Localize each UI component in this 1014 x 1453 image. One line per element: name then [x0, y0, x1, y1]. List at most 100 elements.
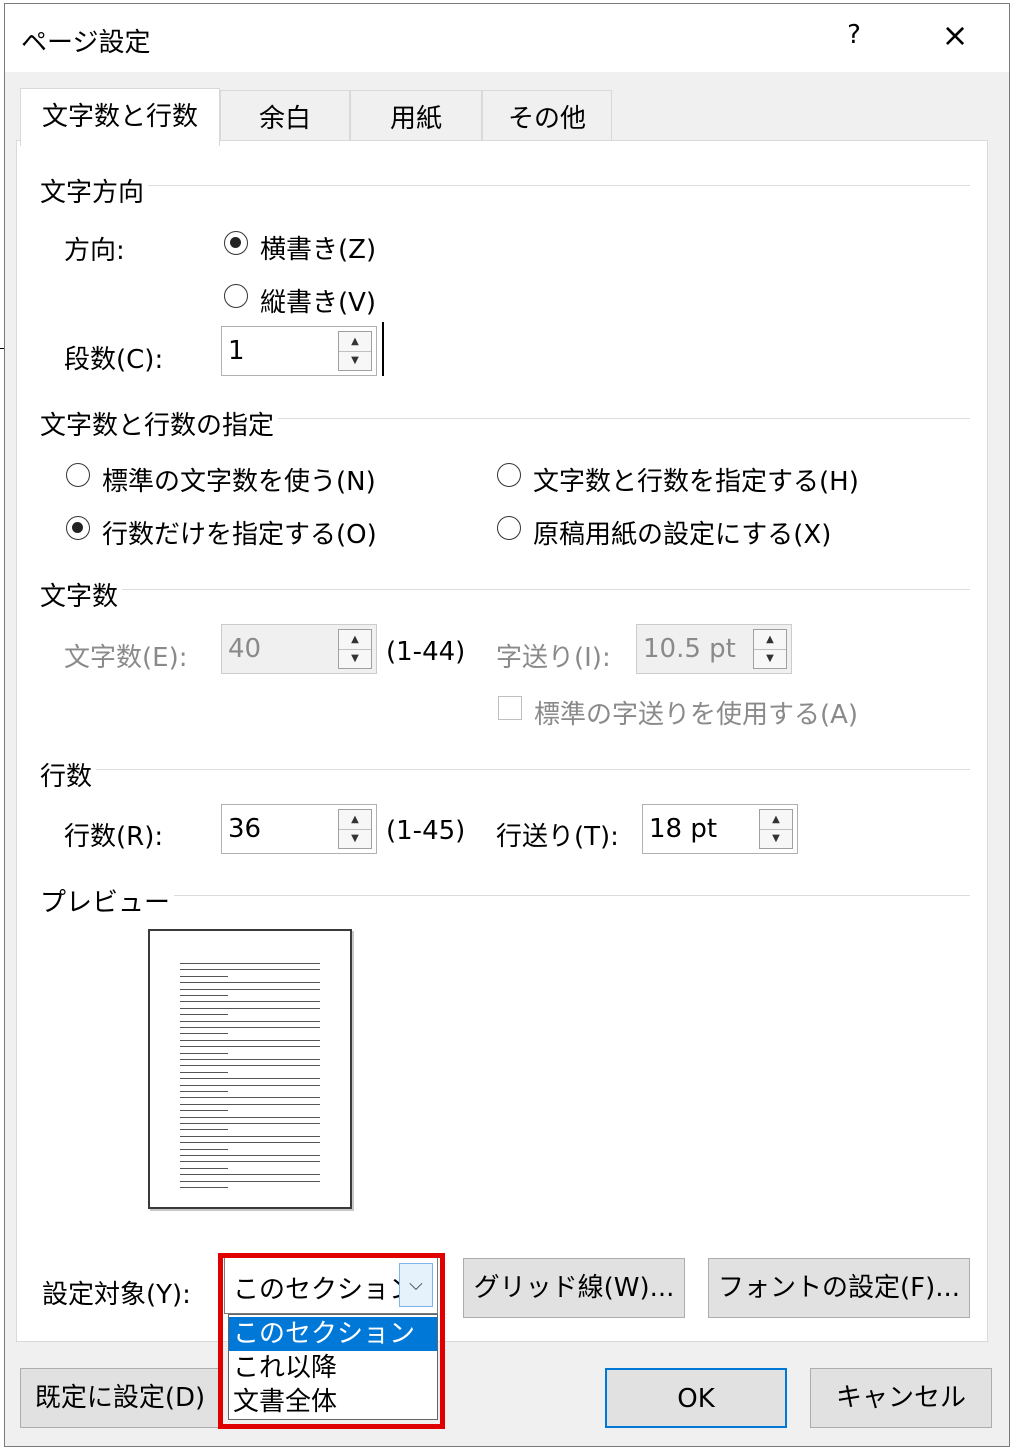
- preview-line: [180, 1103, 320, 1105]
- radio-horizontal[interactable]: [224, 231, 248, 255]
- preview-line: [180, 995, 228, 996]
- spin-down-icon[interactable]: ▼: [760, 829, 792, 848]
- radio-specify-chars-lines[interactable]: [497, 463, 521, 487]
- dialog-title: ページ設定: [21, 28, 151, 58]
- spin-down-icon[interactable]: ▼: [339, 351, 371, 370]
- preview-line: [180, 1135, 320, 1137]
- preview-line: [180, 1027, 320, 1028]
- grid-lines-button[interactable]: グリッド線(W)...: [463, 1258, 685, 1318]
- columns-spin-buttons[interactable]: ▲ ▼: [338, 331, 372, 371]
- line-pitch-spin-buttons[interactable]: ▲ ▼: [759, 809, 793, 849]
- preview-line: [180, 1059, 320, 1060]
- preview-line: [180, 1129, 228, 1131]
- radio-standard-chars[interactable]: [66, 463, 90, 487]
- title-bar: ページ設定 ? ×: [5, 4, 1009, 72]
- preview-line: [180, 1123, 320, 1124]
- help-button[interactable]: ?: [839, 20, 869, 50]
- spin-up-icon: ▲: [754, 630, 786, 650]
- preview-line: [180, 1116, 320, 1118]
- preview-line: [180, 1084, 320, 1086]
- line-count-range: (1-45): [386, 816, 466, 846]
- edge-mark: [0, 348, 4, 349]
- lines-group-label: 行数: [40, 756, 97, 793]
- spin-up-icon: ▲: [339, 630, 371, 650]
- set-default-button[interactable]: 既定に設定(D): [20, 1368, 220, 1428]
- preview-line: [180, 1001, 320, 1003]
- preview-line: [180, 1078, 320, 1080]
- preview-line: [180, 1155, 320, 1156]
- columns-label: 段数(C):: [64, 345, 164, 375]
- columns-stepper[interactable]: 1 ▲ ▼: [221, 326, 377, 376]
- preview-line: [180, 1071, 228, 1073]
- divider: [40, 769, 970, 770]
- preview-line: [180, 1161, 320, 1163]
- radio-standard-chars-label[interactable]: 標準の文字数を使う(N): [102, 461, 376, 498]
- line-count-stepper[interactable]: 36 ▲ ▼: [221, 804, 377, 854]
- line-pitch-value[interactable]: 18 pt: [649, 814, 717, 844]
- line-count-label: 行数(R):: [64, 822, 164, 852]
- direction-group-label: 文字方向: [40, 172, 149, 209]
- default-pitch-label: 標準の字送りを使用する(A): [534, 700, 859, 730]
- annotation-highlight-box: [218, 1253, 445, 1429]
- line-count-value[interactable]: 36: [228, 814, 261, 844]
- tab-paper[interactable]: 用紙: [350, 90, 482, 144]
- columns-value[interactable]: 1: [228, 336, 245, 366]
- spin-down-icon[interactable]: ▼: [339, 829, 371, 848]
- preview-line: [180, 1148, 228, 1150]
- cancel-button[interactable]: キャンセル: [810, 1368, 992, 1428]
- preview-line: [180, 1020, 320, 1022]
- close-button[interactable]: ×: [935, 16, 975, 54]
- spin-up-icon[interactable]: ▲: [760, 810, 792, 830]
- preview-line: [180, 1046, 320, 1048]
- radio-vertical-label[interactable]: 縦書き(V): [260, 282, 376, 319]
- spec-group-label: 文字数と行数の指定: [40, 405, 279, 442]
- page-preview: [148, 929, 352, 1209]
- preview-line: [180, 1180, 320, 1182]
- char-pitch-stepper: 10.5 pt ▲ ▼: [636, 624, 792, 674]
- tab-chars-lines[interactable]: 文字数と行数: [20, 88, 220, 146]
- direction-label: 方向:: [64, 236, 125, 266]
- preview-line: [180, 1033, 228, 1035]
- text-cursor: [382, 322, 384, 376]
- radio-specify-chars-lines-label[interactable]: 文字数と行数を指定する(H): [533, 461, 859, 498]
- preview-line: [180, 1174, 320, 1176]
- char-count-stepper: 40 ▲ ▼: [221, 624, 377, 674]
- radio-manuscript[interactable]: [497, 516, 521, 540]
- preview-line: [180, 1110, 228, 1112]
- preview-line: [180, 988, 320, 990]
- preview-line: [180, 1142, 320, 1144]
- preview-line: [180, 1187, 228, 1188]
- preview-line: [180, 1014, 228, 1016]
- preview-line: [180, 1167, 228, 1169]
- char-pitch-spin-buttons: ▲ ▼: [753, 629, 787, 669]
- char-pitch-label: 字送り(I):: [496, 643, 611, 673]
- ok-button[interactable]: OK: [605, 1368, 787, 1428]
- preview-line: [180, 982, 320, 984]
- radio-manuscript-label[interactable]: 原稿用紙の設定にする(X): [533, 514, 831, 551]
- line-pitch-stepper[interactable]: 18 pt ▲ ▼: [642, 804, 798, 854]
- apply-to-label: 設定対象(Y):: [42, 1280, 191, 1310]
- radio-horizontal-label[interactable]: 横書き(Z): [260, 229, 376, 266]
- preview-line: [180, 969, 320, 971]
- radio-lines-only[interactable]: [66, 516, 90, 540]
- spin-down-icon: ▼: [766, 653, 774, 664]
- spin-down-icon: ▼: [351, 653, 359, 664]
- char-count-range: (1-44): [386, 637, 466, 667]
- radio-lines-only-label[interactable]: 行数だけを指定する(O): [102, 514, 377, 551]
- preview-line: [180, 1097, 320, 1099]
- radio-vertical[interactable]: [224, 284, 248, 308]
- preview-line: [180, 963, 320, 964]
- line-count-spin-buttons[interactable]: ▲ ▼: [338, 809, 372, 849]
- tab-margins[interactable]: 余白: [220, 90, 350, 144]
- preview-group-label: プレビュー: [40, 882, 175, 919]
- spin-up-icon[interactable]: ▲: [339, 810, 371, 830]
- font-settings-button[interactable]: フォントの設定(F)...: [708, 1258, 970, 1318]
- tab-other[interactable]: その他: [482, 90, 612, 144]
- preview-line: [180, 1039, 320, 1041]
- chars-group-label: 文字数: [40, 576, 123, 613]
- spin-up-icon[interactable]: ▲: [339, 332, 371, 352]
- divider: [40, 589, 970, 590]
- preview-line: [180, 975, 228, 977]
- divider: [40, 185, 970, 186]
- char-count-value: 40: [228, 634, 262, 664]
